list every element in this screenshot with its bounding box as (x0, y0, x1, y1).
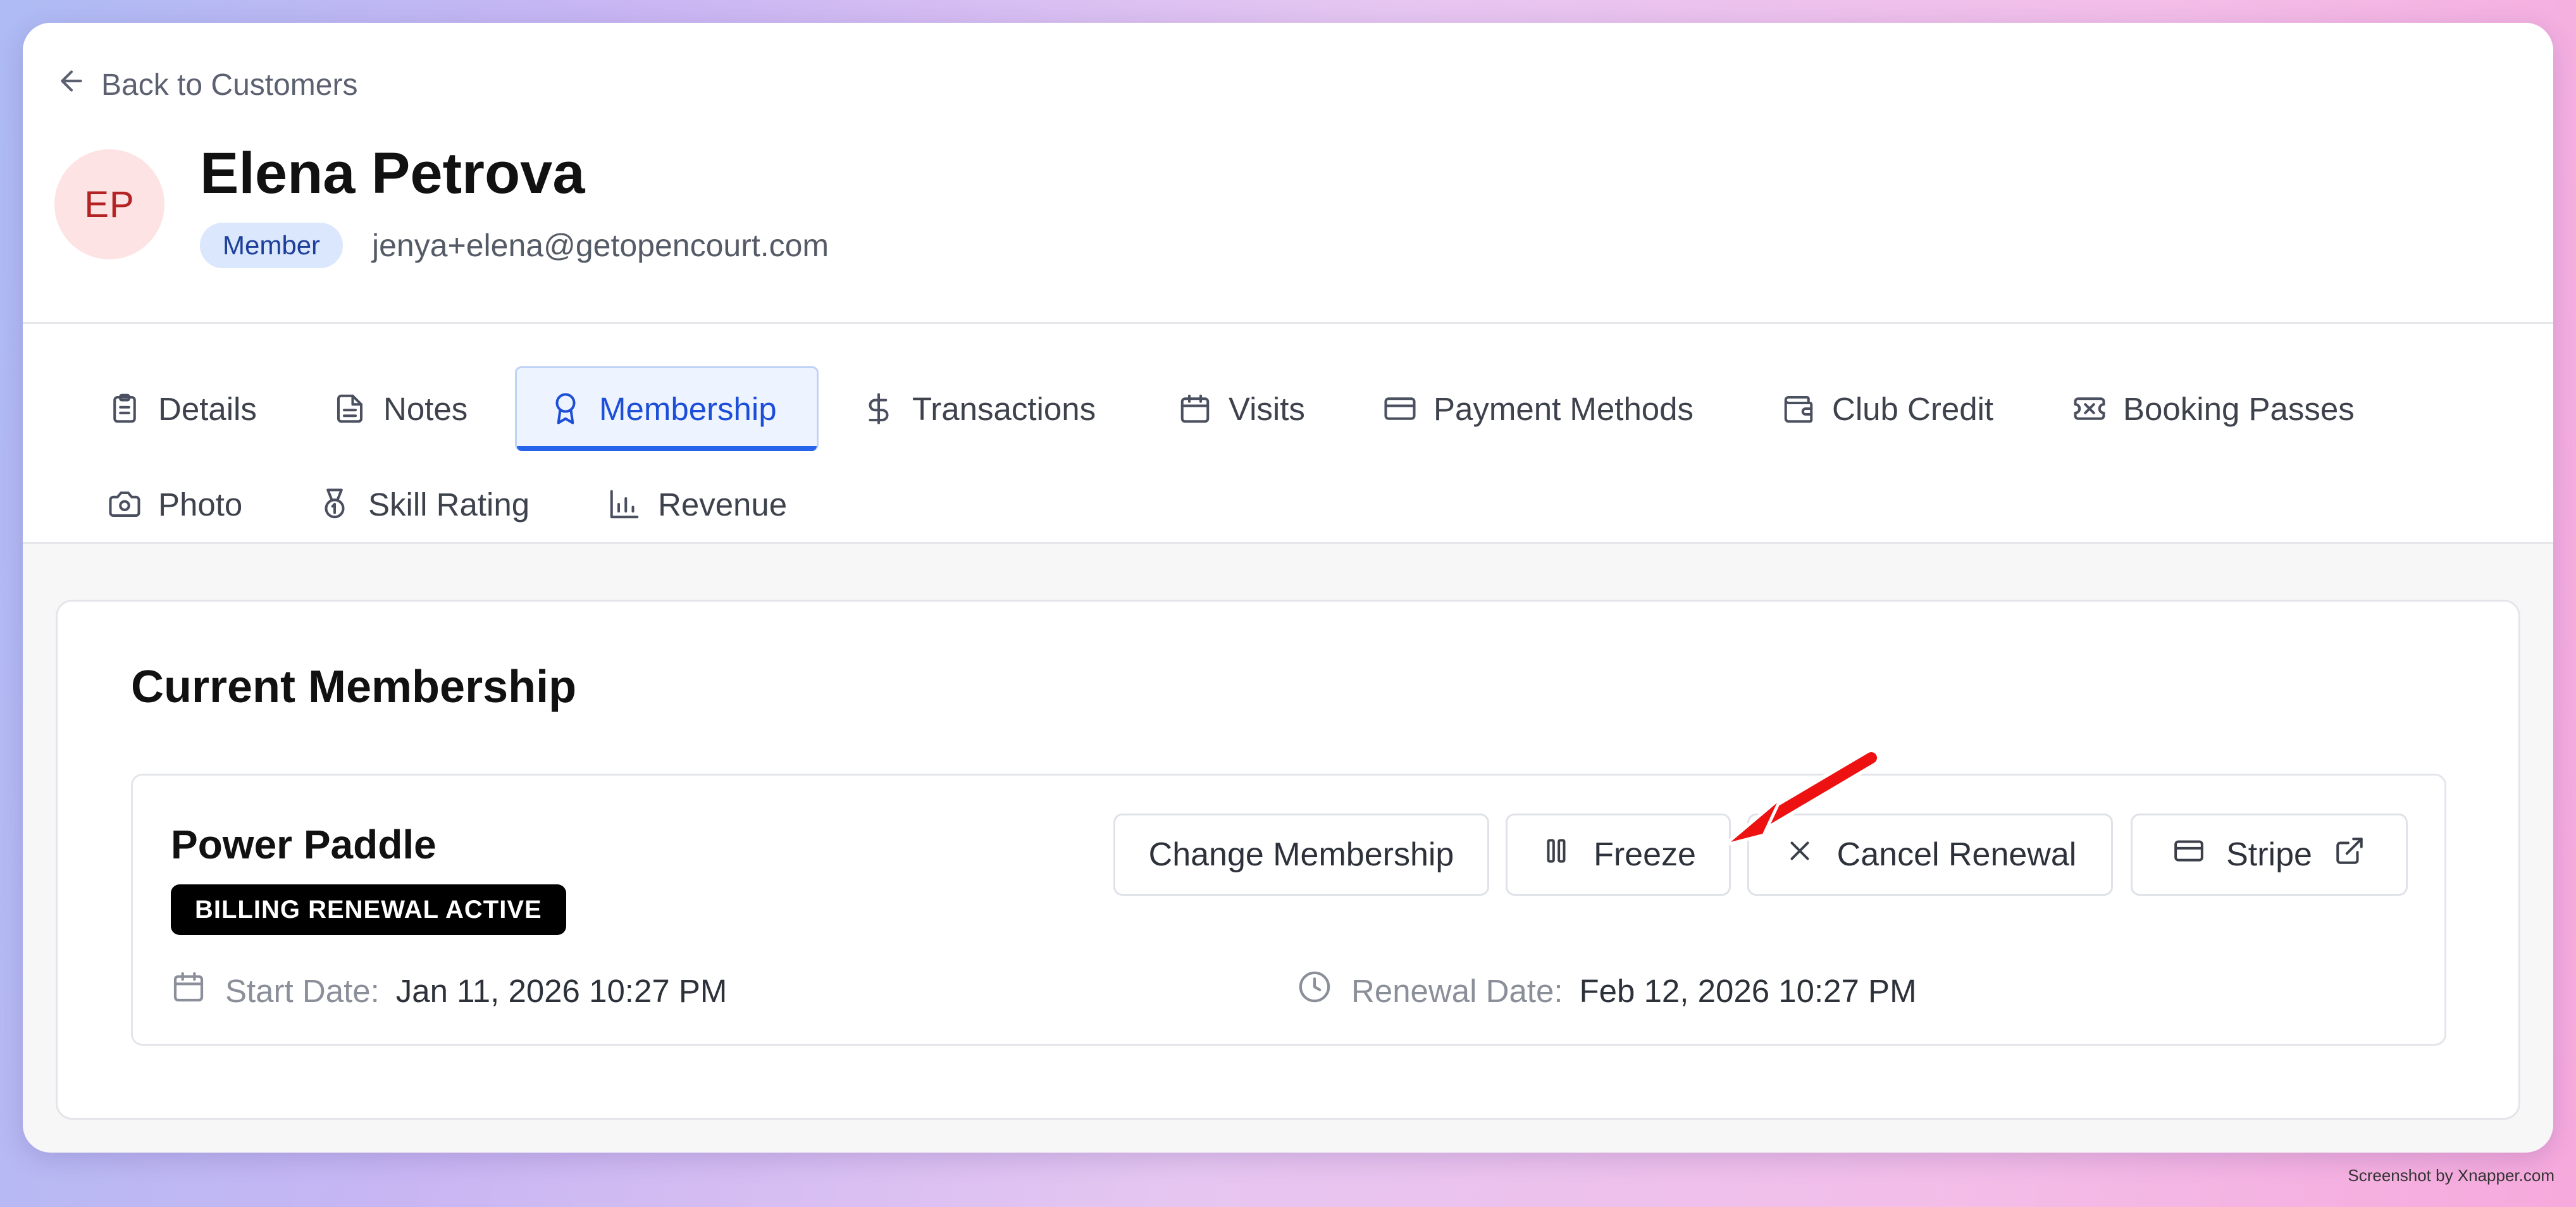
ticket-icon (2072, 392, 2107, 426)
avatar: EP (54, 149, 164, 259)
dollar-icon (862, 392, 896, 426)
renewal-date-row: Renewal Date: Feb 12, 2026 10:27 PM (1297, 965, 1917, 1016)
customer-name: Elena Petrova (200, 141, 585, 206)
calendar-icon (1178, 392, 1212, 426)
tab-label: Details (158, 390, 257, 427)
tab-label: Photo (158, 486, 243, 523)
stripe-button[interactable]: Stripe (2131, 814, 2408, 896)
tab-membership[interactable]: Membership (515, 366, 819, 451)
document-icon (333, 392, 367, 426)
tab-transactions[interactable]: Transactions (830, 366, 1125, 451)
tab-revenue[interactable]: Revenue (576, 462, 816, 547)
tab-visits[interactable]: Visits (1146, 366, 1334, 451)
tab-label: Revenue (658, 486, 788, 523)
tab-payment-methods[interactable]: Payment Methods (1351, 366, 1723, 451)
membership-detail-panel: Power Paddle BILLING RENEWAL ACTIVE Chan… (131, 774, 2446, 1046)
tab-label: Transactions (912, 390, 1096, 427)
stripe-label: Stripe (2226, 836, 2312, 873)
watermark: Screenshot by Xnapper.com (2348, 1166, 2554, 1185)
tab-label: Visits (1229, 390, 1305, 427)
start-date-row: Start Date: Jan 11, 2026 10:27 PM (171, 965, 727, 1016)
role-badge: Member (200, 223, 344, 268)
tab-label: Skill Rating (368, 486, 530, 523)
tab-details[interactable]: Details (76, 366, 286, 451)
pause-icon (1540, 835, 1572, 875)
customer-header: Back to Customers EP Elena Petrova Membe… (23, 23, 2553, 324)
cancel-renewal-label: Cancel Renewal (1836, 836, 2077, 873)
current-membership-card: Current Membership Power Paddle BILLING … (56, 600, 2520, 1120)
back-to-customers-link[interactable]: Back to Customers (56, 59, 357, 110)
tab-club-credit[interactable]: Club Credit (1750, 366, 2022, 451)
status-badge: BILLING RENEWAL ACTIVE (171, 884, 566, 935)
freeze-label: Freeze (1594, 836, 1696, 873)
tab-booking-passes[interactable]: Booking Passes (2041, 366, 2384, 451)
credit-card-icon (2173, 835, 2205, 875)
camera-icon (108, 487, 142, 521)
renewal-date-label: Renewal Date: (1351, 972, 1563, 1009)
cancel-renewal-button[interactable]: Cancel Renewal (1747, 814, 2113, 896)
customer-email: jenya+elena@getopencourt.com (372, 228, 829, 263)
freeze-button[interactable]: Freeze (1506, 814, 1731, 896)
tab-label: Club Credit (1832, 390, 1994, 427)
renewal-date-value: Feb 12, 2026 10:27 PM (1579, 972, 1917, 1009)
external-link-icon (2334, 835, 2365, 875)
change-membership-button[interactable]: Change Membership (1113, 814, 1489, 896)
plan-name: Power Paddle (171, 822, 437, 867)
close-icon (1784, 835, 1816, 875)
medal-icon (318, 487, 352, 521)
tab-photo[interactable]: Photo (76, 462, 271, 547)
bar-chart-icon (607, 487, 641, 521)
start-date-value: Jan 11, 2026 10:27 PM (395, 972, 728, 1009)
avatar-initials: EP (84, 183, 135, 225)
credit-card-icon (1383, 392, 1417, 426)
calendar-icon (171, 969, 225, 1012)
customer-header-panel: Back to Customers EP Elena Petrova Membe… (23, 23, 2553, 544)
back-label: Back to Customers (101, 68, 358, 102)
tab-label: Notes (383, 390, 468, 427)
tab-notes[interactable]: Notes (301, 366, 497, 451)
tab-skill-rating[interactable]: Skill Rating (286, 462, 559, 547)
start-date-label: Start Date: (225, 972, 380, 1009)
clipboard-icon (108, 392, 142, 426)
tab-label: Payment Methods (1434, 390, 1694, 427)
tab-label: Booking Passes (2123, 390, 2355, 427)
clock-icon (1297, 969, 1351, 1012)
change-membership-label: Change Membership (1148, 836, 1454, 873)
tab-label: Membership (599, 390, 777, 427)
section-title: Current Membership (131, 662, 577, 712)
wallet-icon (1781, 392, 1816, 426)
arrow-left-icon (56, 65, 87, 104)
app-window: Back to Customers EP Elena Petrova Membe… (23, 23, 2553, 1153)
award-icon (548, 392, 583, 426)
